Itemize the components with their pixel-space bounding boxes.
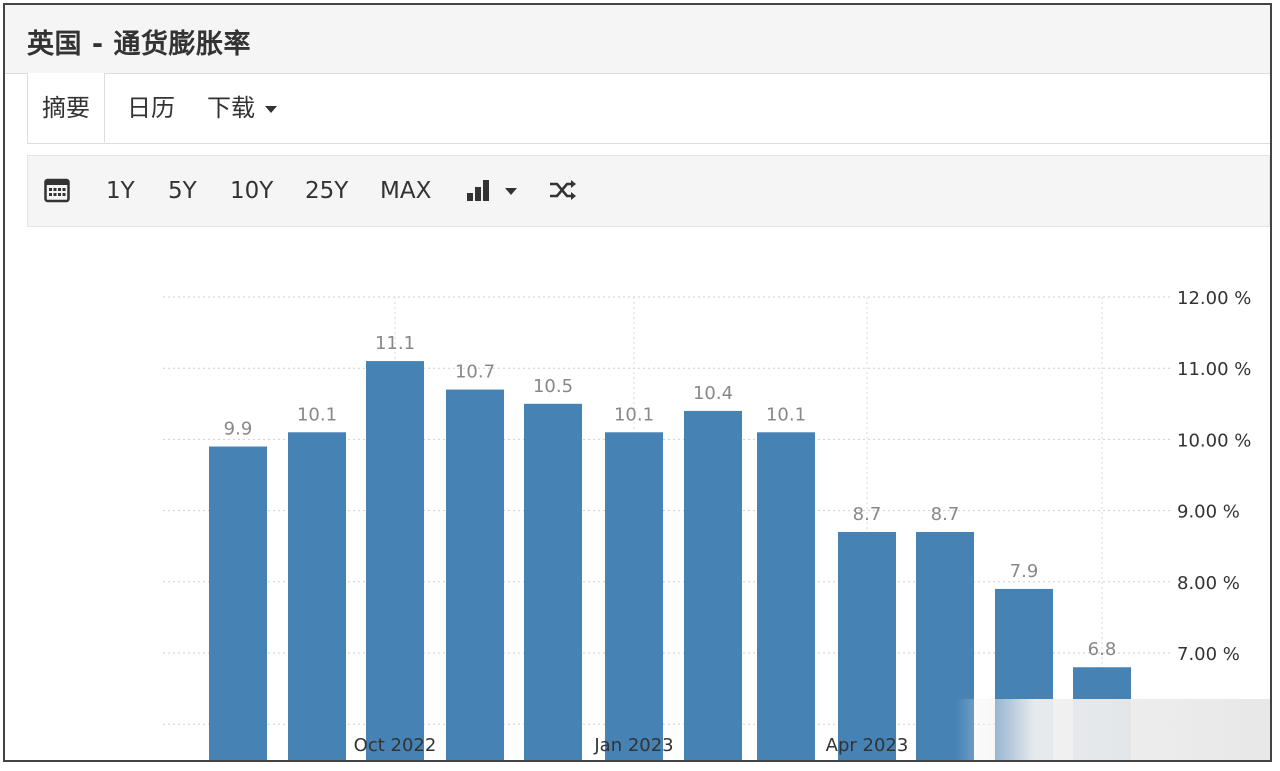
bar[interactable] (209, 446, 267, 762)
tab-summary[interactable]: 摘要 (27, 73, 105, 143)
bar-chart: 12.00 % 11.00 % 10.00 % 9.00 % 8.00 % 7.00 % 9… (163, 288, 1251, 762)
tab-calendar[interactable]: 日历 (127, 73, 175, 143)
tab-summary-label: 摘要 (42, 94, 90, 122)
y-tick-label: 7.00 % (1177, 644, 1240, 665)
bar-chart-icon (467, 179, 489, 201)
range-10y-button[interactable]: 10Y (230, 156, 273, 226)
data-label: 6.8 (1088, 639, 1117, 660)
tab-download[interactable]: 下载 (207, 73, 277, 143)
calendar-button[interactable] (44, 156, 70, 226)
y-tick-label: 8.00 % (1177, 573, 1240, 594)
chart-type-button[interactable] (466, 156, 518, 226)
data-label: 10.1 (766, 404, 806, 425)
data-label: 10.5 (533, 376, 573, 397)
data-label: 7.9 (1010, 561, 1039, 582)
chart-toolbar: 1Y 5Y 10Y 25Y MAX (27, 155, 1270, 227)
calendar-icon (44, 178, 70, 202)
bar[interactable] (446, 389, 504, 762)
data-label: 10.1 (614, 404, 654, 425)
data-label: 8.7 (853, 504, 882, 525)
chevron-down-icon (265, 105, 277, 113)
data-label: 8.7 (931, 504, 960, 525)
watermark-fade (955, 699, 1270, 760)
x-tick-label: Jan 2023 (593, 735, 673, 756)
bar[interactable] (288, 432, 346, 762)
range-max-button[interactable]: MAX (380, 156, 431, 226)
page-title: 英国 - 通货膨胀率 (27, 29, 252, 60)
bar[interactable] (524, 403, 582, 762)
y-tick-label: 9.00 % (1177, 502, 1240, 523)
chart-panel: 英国 - 通货膨胀率 摘要 日历 下载 1Y 5Y 10Y 25Y MAX 12… (3, 3, 1272, 762)
tab-bar: 摘要 日历 下载 (27, 73, 1270, 144)
range-5y-button[interactable]: 5Y (168, 156, 197, 226)
x-tick-label: Oct 2022 (354, 735, 437, 756)
data-label: 10.1 (297, 404, 337, 425)
shuffle-button[interactable] (548, 156, 578, 226)
tab-download-label: 下载 (207, 94, 255, 122)
data-label: 10.7 (455, 362, 495, 383)
title-bar: 英国 - 通货膨胀率 (5, 5, 1270, 74)
tab-calendar-label: 日历 (127, 94, 175, 122)
data-label: 10.4 (693, 383, 733, 404)
x-tick-label: Apr 2023 (826, 735, 909, 756)
bar[interactable] (757, 432, 815, 762)
y-tick-label: 11.00 % (1177, 359, 1251, 380)
chart-area: 12.00 % 11.00 % 10.00 % 9.00 % 8.00 % 7.00 % 9… (5, 237, 1270, 762)
bar[interactable] (684, 410, 742, 762)
y-tick-label: 12.00 % (1177, 288, 1251, 309)
data-label: 11.1 (375, 333, 415, 354)
bar[interactable] (366, 361, 424, 762)
bar[interactable] (838, 531, 896, 762)
y-tick-label: 10.00 % (1177, 430, 1251, 451)
chevron-down-icon (505, 188, 518, 195)
data-label: 9.9 (224, 419, 253, 440)
shuffle-icon (550, 179, 576, 200)
range-1y-button[interactable]: 1Y (106, 156, 135, 226)
bar[interactable] (605, 432, 663, 762)
range-25y-button[interactable]: 25Y (305, 156, 348, 226)
